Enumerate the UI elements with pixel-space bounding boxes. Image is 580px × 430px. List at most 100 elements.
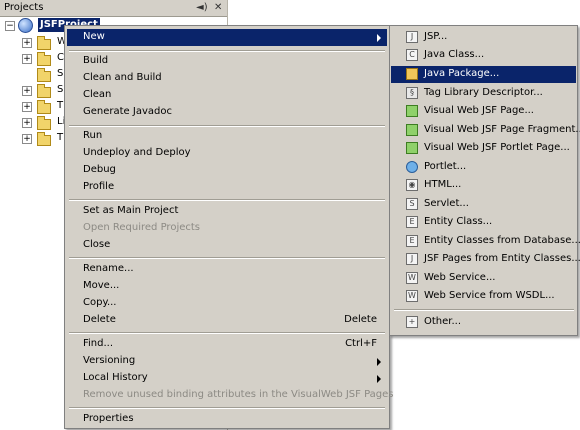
menu-item-local-history[interactable]: Local History [67,370,387,387]
menu-item-find[interactable]: Find... Ctrl+F [67,336,387,353]
tree-node-label: S [57,68,64,79]
submenu-item-entity-classes-from-db[interactable]: E Entity Classes from Database... [391,233,580,250]
menu-item-debug[interactable]: Debug [67,162,387,179]
visual-web-page-icon [406,105,418,117]
menu-item-generate-javadoc[interactable]: Generate Javadoc [67,104,387,121]
menu-item-new[interactable]: New [67,29,387,46]
submenu-item-tag-library[interactable]: § Tag Library Descriptor... [391,85,576,102]
menu-item-profile[interactable]: Profile [67,179,387,196]
menu-item-label: Clean and Build [83,72,162,83]
submenu-item-other[interactable]: + Other... [391,314,576,331]
menu-item-label: Local History [83,372,148,383]
menu-item-set-as-main-project[interactable]: Set as Main Project [67,203,387,220]
menu-item-clean-and-build[interactable]: Clean and Build [67,70,387,87]
submenu-item-label: Other... [424,316,462,327]
submenu-item-entity-class[interactable]: E Entity Class... [391,214,576,231]
menu-separator [69,332,385,334]
menu-item-label: Copy... [83,297,117,308]
html-file-icon: ◉ [406,179,418,191]
expand-node-icon[interactable]: + [22,102,32,112]
submenu-arrow-icon [377,375,381,383]
other-file-icon: + [406,316,418,328]
menu-item-label: Debug [83,164,116,175]
menu-separator [69,125,385,127]
entity-class-icon: E [406,216,418,228]
submenu-item-jsp[interactable]: J JSP... [391,29,576,46]
submenu-arrow-icon [377,358,381,366]
folder-icon [37,52,51,66]
menu-item-copy[interactable]: Copy... [67,295,387,312]
menu-item-delete[interactable]: Delete Delete [67,312,387,329]
menu-item-properties[interactable]: Properties [67,411,387,428]
menu-separator [69,407,385,409]
menu-item-label: Undeploy and Deploy [83,147,191,158]
tag-library-icon: § [406,87,418,99]
submenu-item-servlet[interactable]: S Servlet... [391,196,576,213]
menu-item-close[interactable]: Close [67,237,387,254]
submenu-item-jsf-pages-from-entities[interactable]: J JSF Pages from Entity Classes... [391,251,580,268]
menu-item-rename[interactable]: Rename... [67,261,387,278]
submenu-item-label: Entity Classes from Database... [424,235,580,246]
shortcut-label: Delete [344,314,377,325]
submenu-item-label: Web Service from WSDL... [424,290,555,301]
submenu-item-html[interactable]: ◉ HTML... [391,177,576,194]
expand-node-icon[interactable]: + [22,86,32,96]
expand-node-icon[interactable]: + [22,38,32,48]
menu-item-label: Set as Main Project [83,205,179,216]
menu-item-versioning[interactable]: Versioning [67,353,387,370]
submenu-item-visual-web-fragment[interactable]: Visual Web JSF Page Fragment... [391,122,580,139]
menu-item-build[interactable]: Build [67,53,387,70]
menu-separator [69,50,385,52]
projects-panel-title: Projects [4,2,44,13]
expand-node-icon[interactable]: + [22,134,32,144]
submenu-item-portlet[interactable]: Portlet... [391,159,576,176]
folder-icon [37,116,51,130]
expand-node-icon[interactable]: + [22,118,32,128]
java-class-icon: C [406,49,418,61]
folder-icon [37,132,51,146]
menu-item-label: Delete [83,314,116,325]
submenu-item-web-service-wsdl[interactable]: W Web Service from WSDL... [391,288,576,305]
entity-db-icon: E [406,235,418,247]
menu-item-remove-unused-bindings: Remove unused binding attributes in the … [67,387,394,404]
tree-node-label: C [57,52,64,63]
submenu-item-visual-web-page[interactable]: Visual Web JSF Page... [391,103,576,120]
submenu-item-label: Java Class... [424,49,485,60]
close-panel-icon[interactable]: ✕ [214,2,222,13]
wsdl-service-icon: W [406,290,418,302]
submenu-item-java-class[interactable]: C Java Class... [391,47,576,64]
menu-item-clean[interactable]: Clean [67,87,387,104]
menu-item-undeploy-and-deploy[interactable]: Undeploy and Deploy [67,145,387,162]
submenu-item-java-package[interactable]: Java Package... [391,66,576,83]
menu-item-move[interactable]: Move... [67,278,387,295]
menu-item-label: Run [83,130,103,141]
expand-node-icon[interactable]: + [22,54,32,64]
menu-item-run[interactable]: Run [67,128,387,145]
submenu-item-label: Web Service... [424,272,496,283]
tree-node-label: T [57,100,64,111]
menu-item-open-required-projects: Open Required Projects [67,220,387,237]
submenu-item-label: Tag Library Descriptor... [424,87,543,98]
menu-item-label: Rename... [83,263,134,274]
visual-web-fragment-icon [406,124,418,136]
tree-node-label: T [57,132,64,143]
collapse-project-icon[interactable]: − [5,21,15,31]
folder-icon [37,84,51,98]
menu-item-label: Versioning [83,355,136,366]
submenu-item-label: Entity Class... [424,216,493,227]
visual-web-portlet-icon [406,142,418,154]
shortcut-label: Ctrl+F [345,338,377,349]
folder-icon [37,36,51,50]
submenu-separator [394,309,574,311]
minimize-panel-icon[interactable]: ◄) [196,2,208,13]
submenu-item-label: Servlet... [424,198,469,209]
submenu-arrow-icon [377,34,381,42]
menu-item-label: Find... [83,338,114,349]
submenu-item-label: Portlet... [424,161,467,172]
submenu-item-web-service[interactable]: W Web Service... [391,270,576,287]
submenu-item-visual-web-portlet[interactable]: Visual Web JSF Portlet Page... [391,140,576,157]
folder-icon [37,68,51,82]
submenu-item-label: Visual Web JSF Page... [424,105,534,116]
submenu-item-label: Visual Web JSF Page Fragment... [424,124,580,135]
servlet-icon: S [406,198,418,210]
